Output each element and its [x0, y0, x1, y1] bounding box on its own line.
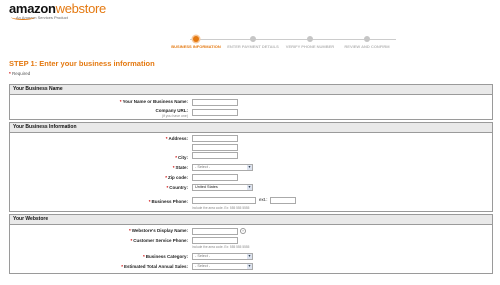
section-business-information: Your Business Information *Address: *Cit…	[9, 122, 493, 212]
address-line1-input[interactable]	[192, 135, 238, 142]
address-label: *Address:	[165, 136, 188, 141]
page-title: STEP 1: Enter your business information	[9, 59, 155, 68]
required-note-text: Required	[12, 71, 31, 76]
annual-sales-label: *Estimated Total Annual Sales:	[121, 264, 188, 269]
step-review-and-confirm: REVIEW AND CONFIRM	[339, 36, 395, 49]
business-phone-hint: Include the area code. Ex: 555 555 5555	[192, 206, 250, 210]
chevron-down-icon: ▼	[247, 185, 252, 190]
customer-service-phone-input[interactable]	[192, 237, 238, 244]
info-icon[interactable]: ?	[240, 228, 246, 234]
required-asterisk-icon: *	[9, 71, 11, 76]
display-name-input[interactable]	[192, 228, 238, 235]
section-header: Your Webstore	[10, 215, 492, 225]
annual-sales-select-value: - Select -	[195, 264, 211, 268]
required-note: * Required	[9, 71, 30, 76]
step-dot-icon	[193, 36, 199, 42]
chevron-down-icon: ▼	[247, 254, 252, 259]
step-progress: BUSINESS INFORMATION ENTER PAYMENT DETAI…	[168, 36, 418, 60]
display-name-label: *Webstore's Display Name:	[128, 228, 188, 233]
company-url-hint: (if you have one)	[161, 114, 188, 118]
business-category-select-value: - Select -	[195, 254, 211, 258]
business-category-select[interactable]: - Select - ▼	[192, 253, 253, 260]
country-select[interactable]: United States ▼	[192, 184, 253, 191]
customer-service-phone-label: *Customer Service Phone:	[130, 238, 188, 243]
state-select-value: - Select -	[195, 165, 211, 169]
city-input[interactable]	[192, 152, 238, 159]
business-phone-input[interactable]	[192, 197, 256, 204]
amazon-webstore-logo[interactable]: amazonwebstore An Amazon Services Produc…	[9, 2, 106, 20]
annual-sales-select[interactable]: - Select - ▼	[192, 263, 253, 270]
state-label: *State:	[172, 165, 188, 170]
zip-label: *Zip code:	[165, 175, 188, 180]
step-dot-icon	[250, 36, 256, 42]
company-url-input[interactable]	[192, 109, 238, 116]
step-label: REVIEW AND CONFIRM	[344, 44, 390, 49]
step-label: ENTER PAYMENT DETAILS	[227, 44, 279, 49]
step-verify-phone-number: VERIFY PHONE NUMBER	[282, 36, 338, 49]
company-url-label: Company URL:	[155, 108, 189, 113]
phone-extension-input[interactable]	[270, 197, 296, 204]
step-label: BUSINESS INFORMATION	[171, 44, 221, 49]
business-name-input[interactable]	[192, 99, 238, 106]
amazon-smile-icon	[11, 14, 35, 20]
section-webstore: Your Webstore *Webstore's Display Name: …	[9, 214, 493, 274]
business-phone-label: *Business Phone:	[148, 199, 188, 204]
address-line2-input[interactable]	[192, 144, 238, 151]
customer-service-phone-hint: Include the area code. Ex: 555 555 5555	[192, 245, 250, 249]
step-label: VERIFY PHONE NUMBER	[285, 44, 335, 49]
section-header: Your Business Information	[10, 123, 492, 133]
step-dot-icon	[307, 36, 313, 42]
country-label: *Country:	[166, 185, 188, 190]
chevron-down-icon: ▼	[247, 165, 252, 170]
ext-label: ext.:	[259, 197, 268, 202]
name-label: *Your Name or Business Name:	[119, 99, 188, 104]
logo-webstore-text: webstore	[55, 1, 107, 16]
zip-code-input[interactable]	[192, 174, 238, 181]
section-business-name: Your Business Name *Your Name or Busines…	[9, 84, 493, 120]
business-category-label: *Business Category:	[142, 254, 188, 259]
step-enter-payment-details: ENTER PAYMENT DETAILS	[225, 36, 281, 49]
city-label: *City:	[175, 155, 188, 160]
section-header: Your Business Name	[10, 85, 492, 95]
chevron-down-icon: ▼	[247, 264, 252, 269]
step-business-information: BUSINESS INFORMATION	[168, 36, 224, 49]
state-select[interactable]: - Select - ▼	[192, 164, 253, 171]
country-select-value: United States	[195, 185, 218, 189]
step-dot-icon	[364, 36, 370, 42]
